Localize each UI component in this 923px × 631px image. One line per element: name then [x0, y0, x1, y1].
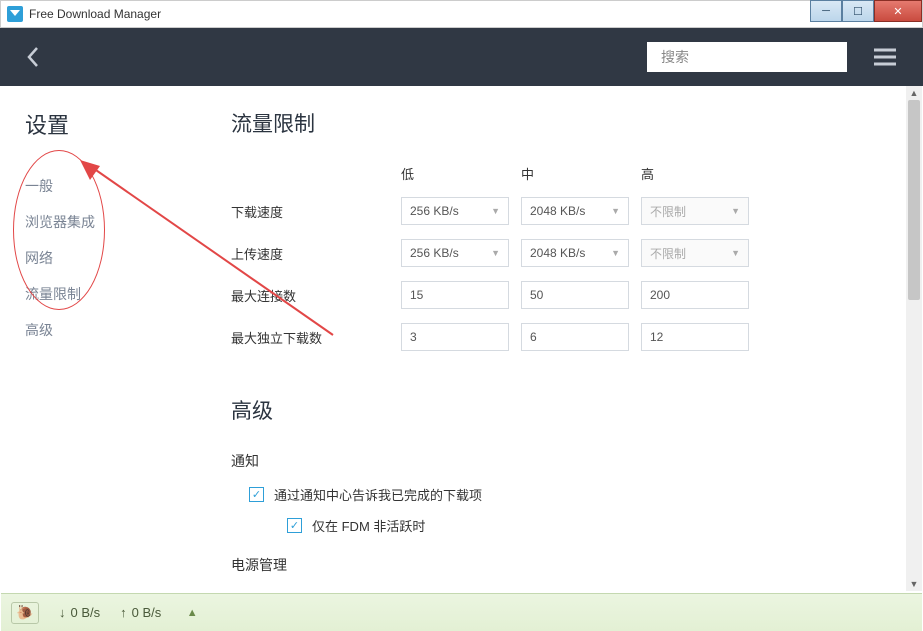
sidebar-item-traffic[interactable]: 流量限制 [25, 276, 211, 312]
settings-sidebar: 设置 一般 浏览器集成 网络 流量限制 高级 [1, 86, 211, 591]
checkbox-prevent-sleep[interactable]: ✓ 有下载正在进行时阻止计算机睡眠 [231, 589, 882, 591]
status-download-speed: ↓ 0 B/s [59, 605, 100, 620]
label-download-speed: 下载速度 [231, 202, 401, 221]
window-close-button[interactable]: ✕ [874, 0, 922, 22]
traffic-header-row: 低 中 高 [231, 164, 882, 183]
sidebar-item-network[interactable]: 网络 [25, 240, 211, 276]
input-dl-low[interactable] [401, 323, 509, 351]
chevron-up-icon: ▲ [187, 607, 198, 619]
chevron-down-icon: ▼ [491, 206, 500, 216]
status-upload-speed: ↑ 0 B/s [120, 605, 161, 620]
label-max-downloads: 最大独立下载数 [231, 328, 401, 347]
checkbox-label: 有下载正在进行时阻止计算机睡眠 [274, 589, 469, 591]
row-max-connections: 最大连接数 [231, 281, 882, 309]
sidebar-title: 设置 [25, 108, 211, 140]
select-up-mid[interactable]: 2048 KB/s▼ [521, 239, 629, 267]
col-mid: 中 [521, 164, 641, 183]
checkbox-label: 通过通知中心告诉我已完成的下载项 [274, 485, 482, 504]
subsection-power: 电源管理 [231, 555, 882, 575]
window-maximize-button[interactable]: ☐ [842, 0, 874, 22]
chevron-down-icon: ▼ [491, 248, 500, 258]
col-low: 低 [401, 164, 521, 183]
hamburger-icon [874, 48, 896, 66]
select-down-high[interactable]: 不限制▼ [641, 197, 749, 225]
input-dl-high[interactable] [641, 323, 749, 351]
checkbox-icon: ✓ [249, 487, 264, 502]
collapse-button[interactable]: ▲ [181, 602, 203, 624]
window-title: Free Download Manager [29, 7, 810, 21]
row-upload-speed: 上传速度 256 KB/s▼ 2048 KB/s▼ 不限制▼ [231, 239, 882, 267]
sidebar-item-advanced[interactable]: 高级 [25, 312, 211, 348]
arrow-down-icon: ↓ [59, 605, 66, 620]
input-conn-high[interactable] [641, 281, 749, 309]
speed-mode-button[interactable]: 🐌 [11, 602, 39, 624]
app-header [0, 28, 923, 86]
chevron-left-icon [26, 46, 40, 68]
chevron-down-icon: ▼ [611, 206, 620, 216]
checkbox-notify-complete[interactable]: ✓ 通过通知中心告诉我已完成的下载项 [231, 485, 882, 504]
arrow-up-icon: ↑ [120, 605, 127, 620]
settings-main: 流量限制 低 中 高 下载速度 256 KB/s▼ 2048 KB/s▼ 不限制… [211, 86, 922, 591]
scrollbar-thumb[interactable] [908, 100, 920, 300]
status-bar: 🐌 ↓ 0 B/s ↑ 0 B/s ▲ [1, 593, 922, 631]
checkbox-notify-inactive[interactable]: ✓ 仅在 FDM 非活跃时 [231, 516, 882, 535]
input-dl-mid[interactable] [521, 323, 629, 351]
back-button[interactable] [18, 42, 48, 72]
scroll-down-icon[interactable]: ▼ [906, 577, 922, 591]
sidebar-item-browser[interactable]: 浏览器集成 [25, 204, 211, 240]
window-minimize-button[interactable]: ─ [810, 0, 842, 22]
vertical-scrollbar[interactable]: ▲ ▼ [906, 86, 922, 591]
input-conn-low[interactable] [401, 281, 509, 309]
row-download-speed: 下载速度 256 KB/s▼ 2048 KB/s▼ 不限制▼ [231, 197, 882, 225]
app-icon [7, 6, 23, 22]
search-input[interactable] [661, 49, 842, 65]
row-max-downloads: 最大独立下载数 [231, 323, 882, 351]
label-max-connections: 最大连接数 [231, 286, 401, 305]
search-box[interactable] [647, 42, 847, 72]
select-up-low[interactable]: 256 KB/s▼ [401, 239, 509, 267]
input-conn-mid[interactable] [521, 281, 629, 309]
sidebar-item-general[interactable]: 一般 [25, 168, 211, 204]
snail-icon: 🐌 [16, 604, 33, 621]
select-down-low[interactable]: 256 KB/s▼ [401, 197, 509, 225]
checkbox-label: 仅在 FDM 非活跃时 [312, 516, 425, 535]
chevron-down-icon: ▼ [611, 248, 620, 258]
select-down-mid[interactable]: 2048 KB/s▼ [521, 197, 629, 225]
chevron-down-icon: ▼ [731, 248, 740, 258]
label-upload-speed: 上传速度 [231, 244, 401, 263]
select-up-high[interactable]: 不限制▼ [641, 239, 749, 267]
window-titlebar: Free Download Manager ─ ☐ ✕ [0, 0, 923, 28]
section-title-advanced: 高级 [231, 395, 882, 425]
subsection-notify: 通知 [231, 451, 882, 471]
section-title-traffic: 流量限制 [231, 108, 882, 138]
chevron-down-icon: ▼ [731, 206, 740, 216]
menu-button[interactable] [865, 37, 905, 77]
checkbox-icon: ✓ [287, 518, 302, 533]
scroll-up-icon[interactable]: ▲ [906, 86, 922, 100]
col-high: 高 [641, 164, 761, 183]
